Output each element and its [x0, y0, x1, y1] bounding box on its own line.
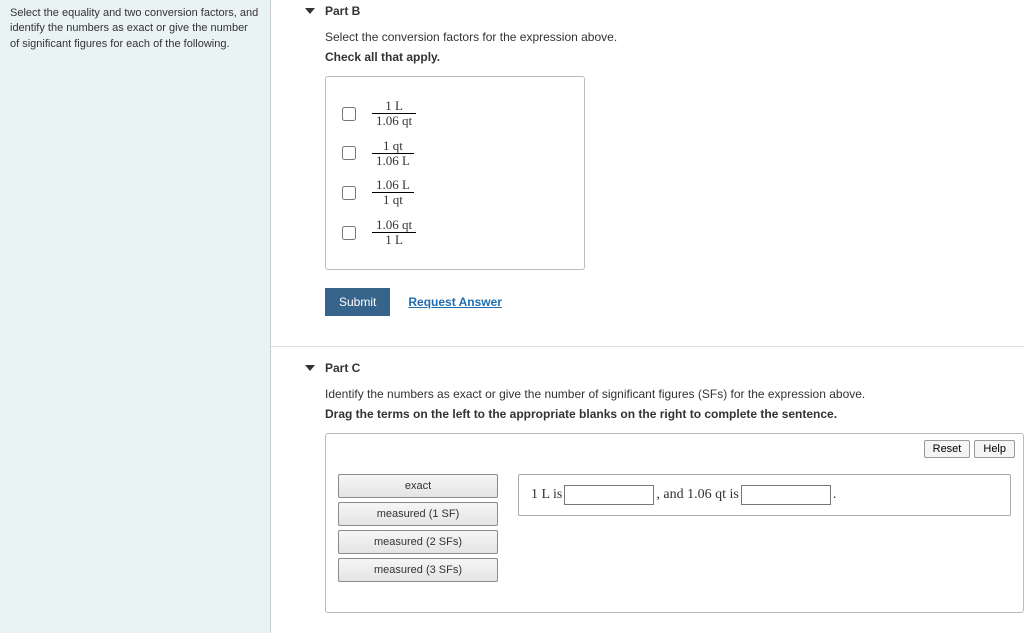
fraction-2: 1 qt 1.06 L [372, 139, 414, 169]
blank-1[interactable] [564, 485, 654, 505]
option-checkbox-3[interactable] [342, 186, 356, 200]
fraction-1: 1 L 1.06 qt [372, 99, 416, 129]
options-box: 1 L 1.06 qt 1 qt 1.06 L 1.06 L 1 qt [325, 76, 585, 270]
option-checkbox-1[interactable] [342, 107, 356, 121]
caret-down-icon[interactable] [305, 8, 315, 14]
fraction-3: 1.06 L 1 qt [372, 178, 414, 208]
question-prompt: Select the equality and two conversion f… [0, 0, 270, 633]
option-checkbox-2[interactable] [342, 146, 356, 160]
caret-down-icon[interactable] [305, 365, 315, 371]
option-checkbox-4[interactable] [342, 226, 356, 240]
part-b-title: Part B [325, 4, 360, 18]
submit-button[interactable]: Submit [325, 288, 390, 316]
part-b-sub: Check all that apply. [325, 50, 1024, 64]
part-c-body: Identify the numbers as exact or give th… [305, 387, 1024, 613]
option-row: 1.06 L 1 qt [342, 178, 568, 208]
part-c-sub: Drag the terms on the left to the approp… [325, 407, 1024, 421]
fraction-4: 1.06 qt 1 L [372, 218, 416, 248]
sentence-mid: , and 1.06 qt is [656, 487, 738, 503]
sentence-box: 1 L is , and 1.06 qt is . [518, 474, 1011, 516]
part-c-instruction: Identify the numbers as exact or give th… [325, 387, 1024, 401]
blank-2[interactable] [741, 485, 831, 505]
term-2sf[interactable]: measured (2 SFs) [338, 530, 498, 554]
vertical-divider [270, 0, 271, 633]
option-row: 1 L 1.06 qt [342, 99, 568, 129]
option-row: 1.06 qt 1 L [342, 218, 568, 248]
prompt-text: Select the equality and two conversion f… [10, 7, 258, 50]
part-c-header[interactable]: Part C [305, 357, 1024, 387]
option-row: 1 qt 1.06 L [342, 139, 568, 169]
sentence-post: . [833, 487, 837, 503]
reset-button[interactable]: Reset [924, 440, 971, 458]
request-answer-link[interactable]: Request Answer [408, 295, 502, 309]
term-exact[interactable]: exact [338, 474, 498, 498]
term-1sf[interactable]: measured (1 SF) [338, 502, 498, 526]
part-b-body: Select the conversion factors for the ex… [305, 30, 1024, 316]
term-3sf[interactable]: measured (3 SFs) [338, 558, 498, 582]
part-b-header[interactable]: Part B [305, 0, 1024, 30]
section-divider [270, 346, 1024, 347]
action-row: Submit Request Answer [325, 288, 1024, 316]
sentence-pre: 1 L is [531, 487, 562, 503]
part-c-title: Part C [325, 361, 360, 375]
part-b-instruction: Select the conversion factors for the ex… [325, 30, 1024, 44]
drag-area: Reset Help exact measured (1 SF) measure… [325, 433, 1024, 613]
terms-column: exact measured (1 SF) measured (2 SFs) m… [338, 474, 498, 582]
help-button[interactable]: Help [974, 440, 1015, 458]
